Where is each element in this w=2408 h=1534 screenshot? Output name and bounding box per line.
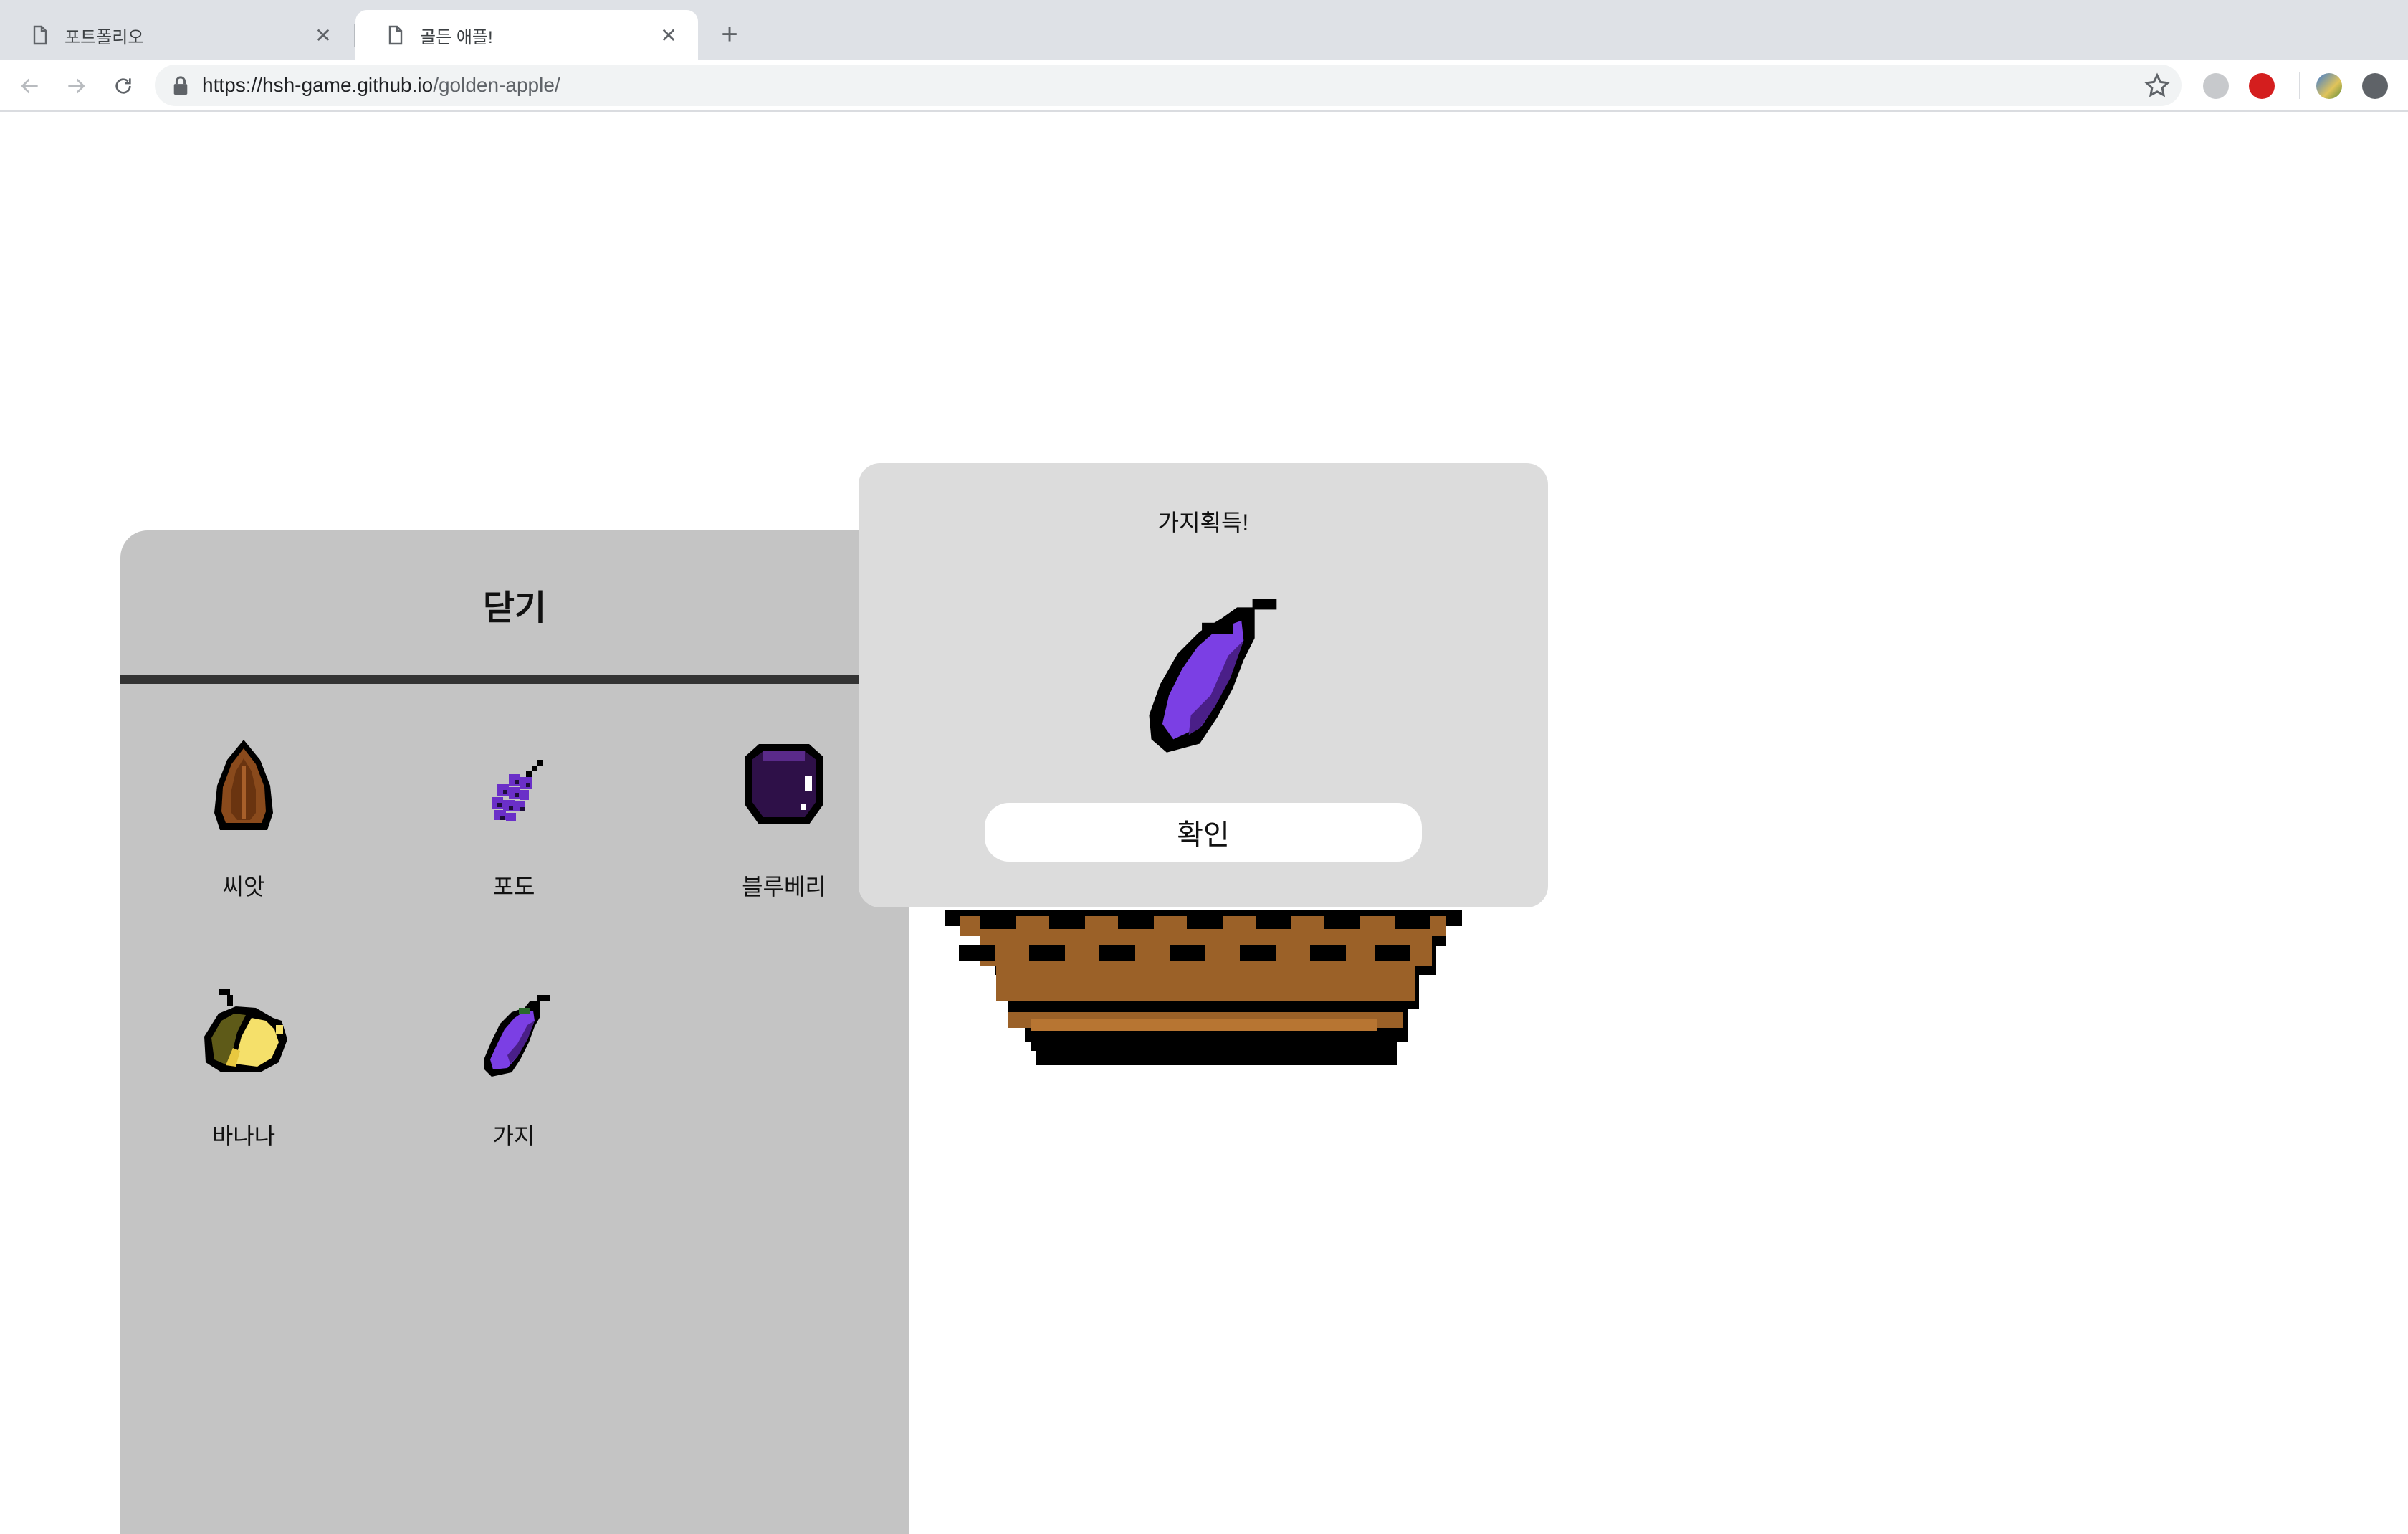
item-label: 씨앗 [222, 874, 265, 900]
collection-item[interactable]: 바나나 [136, 979, 351, 1166]
panel-divider [120, 675, 909, 684]
extension-adblock-icon[interactable] [2249, 73, 2275, 99]
collection-item[interactable]: 가지 [406, 979, 621, 1166]
back-arrow-icon [21, 78, 38, 94]
tab-golden-apple[interactable]: 골든 애플! ✕ [355, 10, 698, 60]
seed-icon [214, 740, 273, 830]
grape-icon [492, 760, 543, 821]
eggplant-icon [1149, 599, 1277, 753]
tab-title: 포트폴리오 [64, 27, 144, 47]
item-label: 바나나 [211, 1123, 276, 1149]
reward-message: 가지획득! [1157, 510, 1249, 535]
confirm-button[interactable]: 확인 [985, 803, 1422, 862]
profile-avatar[interactable] [2316, 73, 2342, 99]
collection-item[interactable]: 씨앗 [136, 730, 351, 916]
toolbar-divider [2299, 72, 2300, 99]
document-icon [33, 25, 47, 45]
document-icon [388, 25, 403, 45]
back-button[interactable] [14, 70, 46, 102]
basket-image [945, 910, 1462, 1065]
item-label: 가지 [492, 1123, 535, 1149]
forward-button[interactable] [60, 70, 92, 102]
close-tab-icon[interactable]: ✕ [658, 24, 679, 47]
tab-portfolio[interactable]: 포트폴리오 ✕ [0, 10, 353, 60]
close-tab-icon[interactable]: ✕ [312, 24, 334, 47]
url-text: https://hsh-game.github.io/golden-apple/ [202, 72, 560, 98]
collection-item[interactable]: 포도 [406, 730, 621, 916]
forward-arrow-icon [68, 78, 85, 94]
tab-title: 골든 애플! [420, 27, 493, 47]
reload-icon [115, 78, 131, 94]
item-label: 포도 [492, 874, 535, 900]
eggplant-icon [484, 995, 550, 1077]
update-icon[interactable] [2362, 73, 2388, 99]
extension-m-icon[interactable] [2203, 73, 2229, 99]
blueberry-icon [745, 744, 823, 824]
lock-icon [173, 76, 188, 95]
new-tab-button[interactable]: + [712, 17, 747, 52]
banana-icon [204, 989, 287, 1072]
reload-button[interactable] [108, 70, 139, 102]
bookmark-star-icon[interactable] [2143, 72, 2172, 100]
close-button[interactable]: 닫기 [120, 579, 909, 629]
url-host: https://hsh-game.github.io [202, 74, 434, 96]
url-path: /golden-apple/ [433, 74, 560, 96]
